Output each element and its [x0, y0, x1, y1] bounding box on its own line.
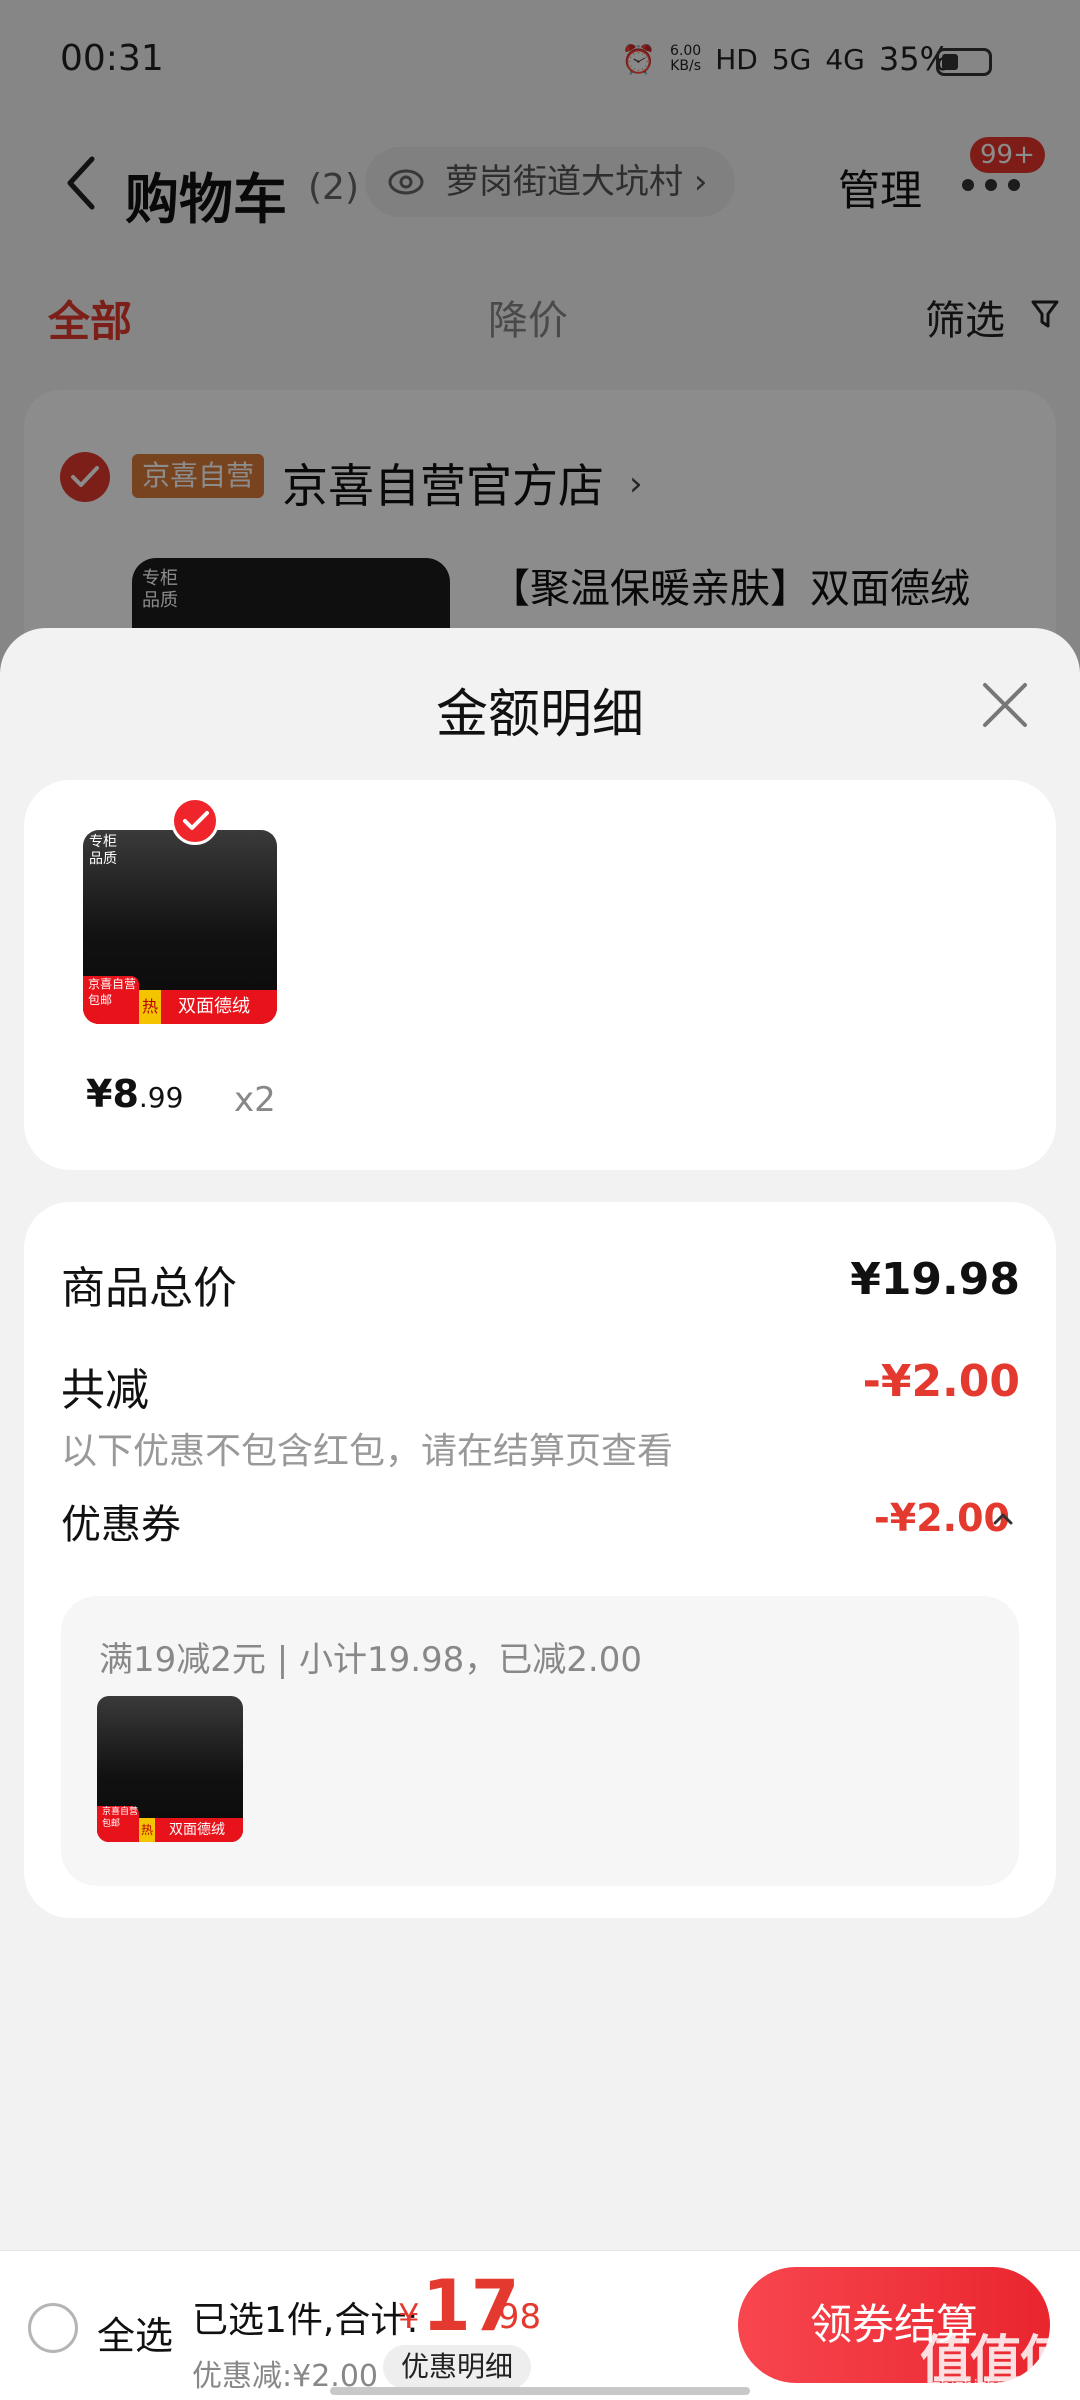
coupon-product-image[interactable]: 京喜自营 包邮 热 双面德绒 [97, 1696, 243, 1842]
price-breakdown-card: 商品总价 ¥19.98 共减 -¥2.00 以下优惠不包含红包，请在结算页查看 … [24, 1202, 1056, 1918]
selected-products-card: 专柜 品质 京喜自营 包邮 热 双面德绒 ¥8.99 x2 [24, 780, 1056, 1170]
reduction-note: 以下优惠不包含红包，请在结算页查看 [61, 1431, 674, 1472]
total-amount-decimal: .98 [487, 2297, 542, 2337]
chevron-up-icon[interactable] [992, 1512, 1014, 1526]
image-tag: 专柜 品质 [89, 834, 117, 867]
select-all-label[interactable]: 全选 [97, 2305, 173, 2360]
home-indicator[interactable] [330, 2387, 750, 2395]
checkout-bar: 全选 已选1件,合计: ¥ 17 .98 优惠减:¥2.00 优惠明细 领券结算 [0, 2250, 1080, 2400]
coupon-value[interactable]: -¥2.00 [874, 1496, 1010, 1540]
product-checkbox[interactable] [171, 797, 219, 845]
image-banner-text: 双面德绒 [169, 1822, 225, 1838]
image-banner-text: 双面德绒 [178, 996, 250, 1017]
coupon-description: 满19减2元 | 小计19.98，已减2.00 [99, 1640, 643, 1680]
selected-summary: 已选1件,合计: [192, 2300, 419, 2341]
product-price: ¥8.99 [86, 1072, 184, 1116]
watermark-url: zhizhizhi.com [932, 2376, 1041, 2395]
hot-label: 热 [139, 1818, 155, 1842]
total-reduction-value: -¥2.00 [862, 1356, 1020, 1407]
product-quantity: x2 [234, 1080, 276, 1120]
check-icon [183, 811, 209, 830]
discount-detail-button[interactable]: 优惠明细 [383, 2345, 532, 2389]
image-banner: 京喜自营 包邮 热 双面德绒 [97, 1806, 243, 1842]
image-banner-left: 京喜自营 包邮 [83, 976, 139, 1024]
hot-label: 热 [139, 990, 161, 1024]
select-all-checkbox[interactable] [28, 2303, 78, 2353]
total-reduction-label: 共减 [61, 1365, 149, 1416]
total-currency: ¥ [398, 2297, 420, 2337]
goods-total-value: ¥19.98 [850, 1254, 1020, 1305]
image-banner-left: 京喜自营 包邮 [97, 1806, 139, 1842]
coupon-detail-box: 满19减2元 | 小计19.98，已减2.00 京喜自营 包邮 热 双面德绒 [61, 1596, 1019, 1886]
amount-detail-sheet: 金额明细 专柜 品质 京喜自营 包邮 热 双面德绒 ¥8.99 x2 商品总价 ¥ [0, 628, 1080, 2250]
goods-total-label: 商品总价 [61, 1263, 237, 1314]
sheet-title: 金额明细 [435, 685, 644, 745]
close-icon[interactable] [980, 680, 1030, 730]
coupon-label: 优惠券 [61, 1502, 181, 1548]
product-image[interactable]: 专柜 品质 京喜自营 包邮 热 双面德绒 [83, 830, 277, 1024]
image-banner: 京喜自营 包邮 热 双面德绒 [83, 976, 277, 1024]
